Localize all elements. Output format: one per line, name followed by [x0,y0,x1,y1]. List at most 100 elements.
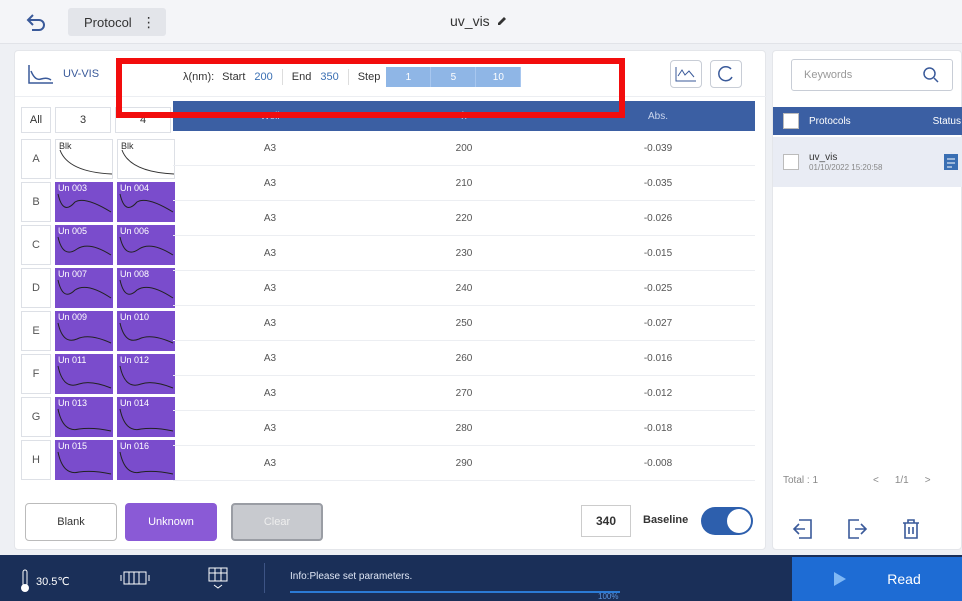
status-icon [944,154,958,170]
row-label[interactable]: G [21,397,51,437]
item-checkbox[interactable] [783,154,799,170]
table-row[interactable]: A3 220 -0.026 [173,201,755,236]
well-curve [57,322,112,344]
well-curve [121,149,174,175]
trash-icon[interactable] [899,517,923,541]
back-icon[interactable] [24,10,48,34]
protocol-list-header: Protocols Status [773,107,962,135]
divider [264,563,265,593]
well-c4[interactable]: Un 006 [117,225,175,265]
well-b3[interactable]: Un 003 [55,182,113,222]
protocol-title: uv_vis [450,13,490,29]
blank-button[interactable]: Blank [25,503,117,541]
well-curve [57,193,112,213]
well-a3[interactable]: Blk [55,139,113,179]
plate-status-icon[interactable] [120,570,150,586]
table-row[interactable]: A3 260 -0.016 [173,341,755,376]
well-curve [119,451,174,475]
well-curve [119,193,174,213]
cell-abs: -0.039 [643,142,673,154]
search-icon[interactable] [922,66,940,84]
next-page-icon[interactable]: > [925,475,931,486]
well-curve [57,236,112,256]
status-bar: 30.5℃ Info:Please set parameters. 100% R… [0,555,962,601]
row-label[interactable]: F [21,354,51,394]
plate-row-g: G Un 013 Un 014 [21,397,175,437]
progress-bar [290,591,620,593]
row-label[interactable]: C [21,225,51,265]
table-row[interactable]: A3 280 -0.018 [173,411,755,446]
prev-page-icon[interactable]: < [873,475,879,486]
row-label[interactable]: D [21,268,51,308]
unknown-button[interactable]: Unknown [125,503,217,541]
protocol-label: Protocol [84,14,132,30]
view-controls [670,60,742,88]
plate-row-h: H Un 015 Un 016 [21,440,175,480]
search-placeholder: Keywords [804,69,853,81]
row-label[interactable]: B [21,182,51,222]
baseline-toggle[interactable] [701,507,753,535]
tray-icon[interactable] [206,566,230,590]
item-text: uv_vis 01/10/2022 15:20:58 [809,152,943,172]
table-row[interactable]: A3 230 -0.015 [173,236,755,271]
cell-well: A3 [263,422,277,434]
status-column: Status [932,115,961,127]
well-h3[interactable]: Un 015 [55,440,113,480]
select-all-checkbox[interactable] [783,113,799,129]
refresh-icon [718,65,733,82]
table-row[interactable]: A3 200 -0.039 [173,131,755,166]
protocol-sidebar: Keywords Protocols Status uv_vis 01/10/2… [772,50,962,550]
cell-well: A3 [263,212,277,224]
well-c3[interactable]: Un 005 [55,225,113,265]
cell-abs: -0.015 [643,247,673,259]
well-d3[interactable]: Un 007 [55,268,113,308]
cell-abs: -0.026 [643,212,673,224]
chart-view-button[interactable] [670,60,702,88]
search-input[interactable]: Keywords [791,59,953,91]
select-all-wells[interactable]: All [21,107,51,133]
table-row[interactable]: A3 290 -0.008 [173,446,755,481]
well-e3[interactable]: Un 009 [55,311,113,351]
well-b4[interactable]: Un 004 [117,182,175,222]
well-a4[interactable]: Blk [117,139,175,179]
table-row[interactable]: A3 240 -0.025 [173,271,755,306]
row-label[interactable]: E [21,311,51,351]
well-d4[interactable]: Un 008 [117,268,175,308]
well-f3[interactable]: Un 011 [55,354,113,394]
well-e4[interactable]: Un 010 [117,311,175,351]
export-icon[interactable] [845,517,869,541]
protocol-menu-button[interactable]: Protocol ⋮ [68,8,166,36]
plate-row-c: C Un 005 Un 006 [21,225,175,265]
cell-wavelength: 210 [455,177,473,189]
import-icon[interactable] [791,517,815,541]
table-row[interactable]: A3 250 -0.027 [173,306,755,341]
protocols-column: Protocols [809,115,851,127]
clear-button[interactable]: Clear [231,503,323,541]
table-row[interactable]: A3 210 -0.035 [173,166,755,201]
refresh-button[interactable] [710,60,742,88]
baseline-wavelength-input[interactable]: 340 [581,505,631,537]
cell-wavelength: 200 [455,142,473,154]
well-g4[interactable]: Un 014 [117,397,175,437]
page-title[interactable]: uv_vis [450,13,508,29]
cell-wavelength: 280 [455,422,473,434]
list-item[interactable]: uv_vis 01/10/2022 15:20:58 [773,137,962,187]
well-curve [119,408,174,432]
read-button[interactable]: Read [792,557,962,601]
column-3-header[interactable]: 3 [55,107,111,133]
total-count: Total : 1 [783,475,819,486]
row-label[interactable]: H [21,440,51,480]
well-f4[interactable]: Un 012 [117,354,175,394]
plate-row-e: E Un 009 Un 010 [21,311,175,351]
mode-indicator: UV-VIS [27,63,99,85]
well-h4[interactable]: Un 016 [117,440,175,480]
cell-abs: -0.018 [643,422,673,434]
cell-wavelength: 230 [455,247,473,259]
table-row[interactable]: A3 270 -0.012 [173,376,755,411]
well-plate: A Blk Blk B Un 003 Un 004 C Un 005 Un 006 D Un … [21,139,175,483]
edit-icon[interactable] [496,15,508,27]
plate-row-f: F Un 011 Un 012 [21,354,175,394]
row-label[interactable]: A [21,139,51,179]
well-g3[interactable]: Un 013 [55,397,113,437]
cell-abs: -0.027 [643,317,673,329]
